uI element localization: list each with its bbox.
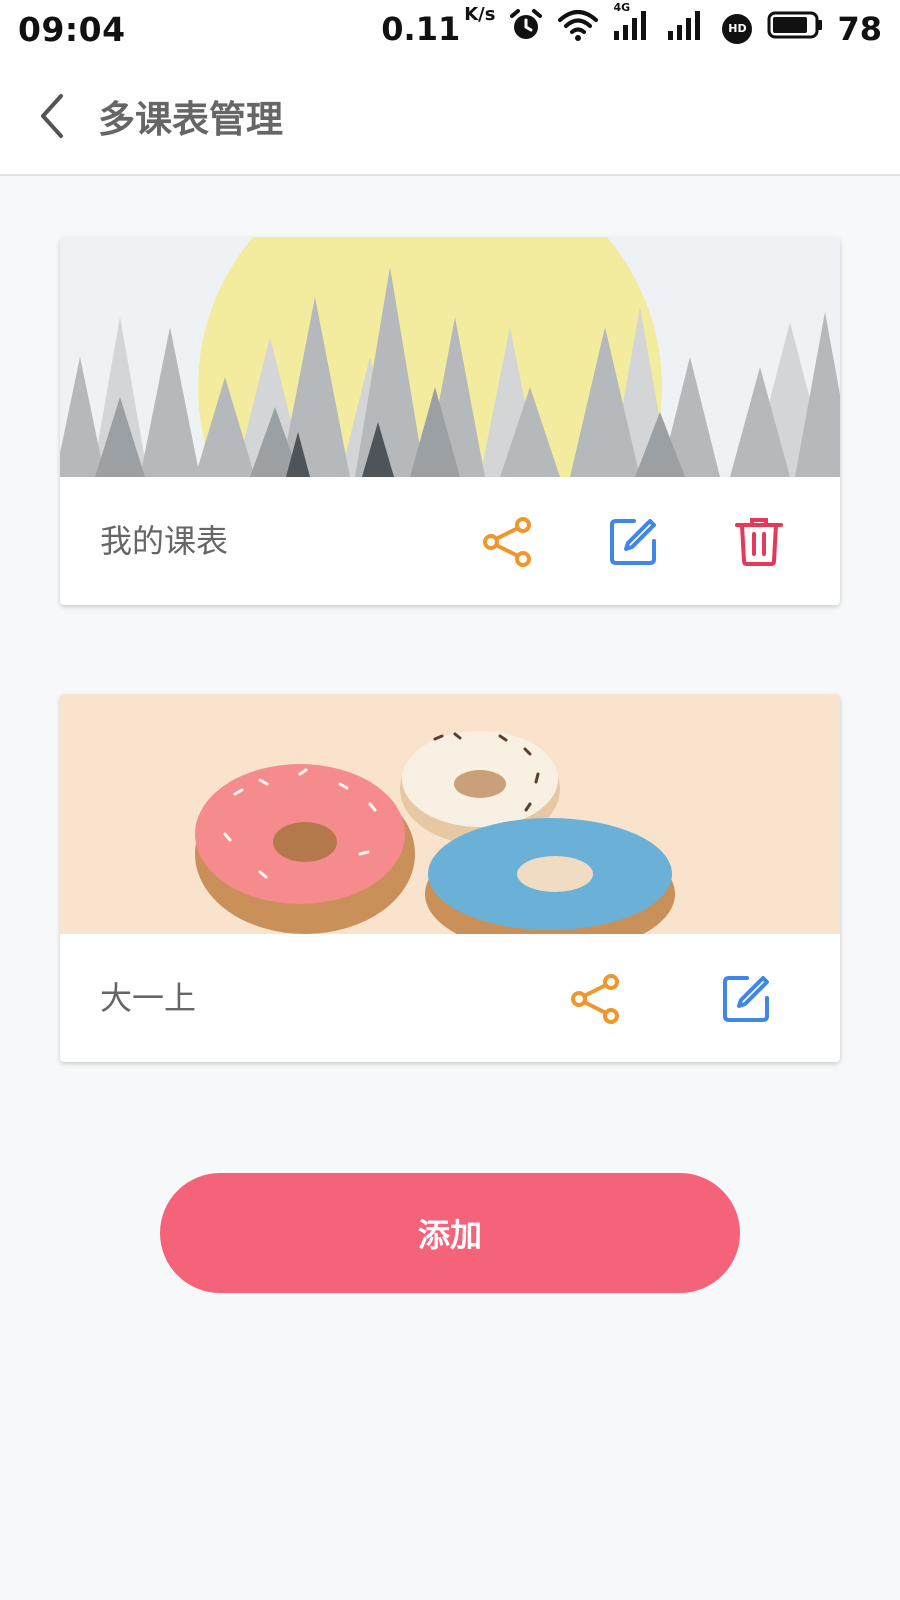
edit-button[interactable]: [719, 972, 773, 1026]
card-footer: 我的课表: [60, 477, 840, 605]
status-time: 09:04: [18, 9, 126, 49]
alarm-icon: [509, 8, 543, 50]
card-footer: 大一上: [60, 934, 840, 1062]
back-arrow-icon: [41, 94, 63, 138]
network-type-label: 4G: [613, 1, 631, 14]
network-speed-value: 0.11: [381, 10, 461, 48]
share-button[interactable]: [480, 515, 534, 569]
battery-level: 78: [837, 10, 882, 48]
network-speed: 0.11 K/s: [381, 4, 495, 48]
donuts-illustration: [60, 694, 840, 934]
status-icons: 0.11 K/s 4G HD 78: [381, 1, 882, 50]
schedule-card[interactable]: 我的课表: [60, 237, 840, 605]
schedule-card[interactable]: 大一上: [60, 694, 840, 1062]
status-bar: 09:04 0.11 K/s 4G HD 78: [0, 0, 900, 58]
edit-icon: [723, 976, 769, 1022]
share-button[interactable]: [568, 972, 622, 1026]
schedule-name: 大一上: [100, 979, 197, 1017]
signal-4g-icon: 4G: [613, 1, 653, 49]
share-icon: [483, 517, 531, 567]
add-button[interactable]: 添加: [160, 1173, 740, 1293]
edit-button[interactable]: [606, 515, 660, 569]
wifi-icon: [557, 8, 599, 50]
share-icon: [571, 974, 619, 1024]
edit-icon: [610, 519, 656, 565]
network-speed-unit: K/s: [464, 4, 496, 25]
hd-icon: HD: [721, 13, 753, 45]
hd-label: HD: [728, 22, 747, 35]
page-title: 多课表管理: [98, 98, 283, 141]
signal-icon: [667, 9, 707, 49]
delete-button[interactable]: [732, 515, 786, 569]
back-button[interactable]: [8, 57, 98, 175]
battery-icon: [767, 10, 823, 48]
forest-sun-illustration: [60, 237, 840, 477]
schedule-name: 我的课表: [100, 522, 229, 560]
app-bar: 多课表管理: [0, 58, 900, 176]
trash-icon: [735, 518, 783, 566]
